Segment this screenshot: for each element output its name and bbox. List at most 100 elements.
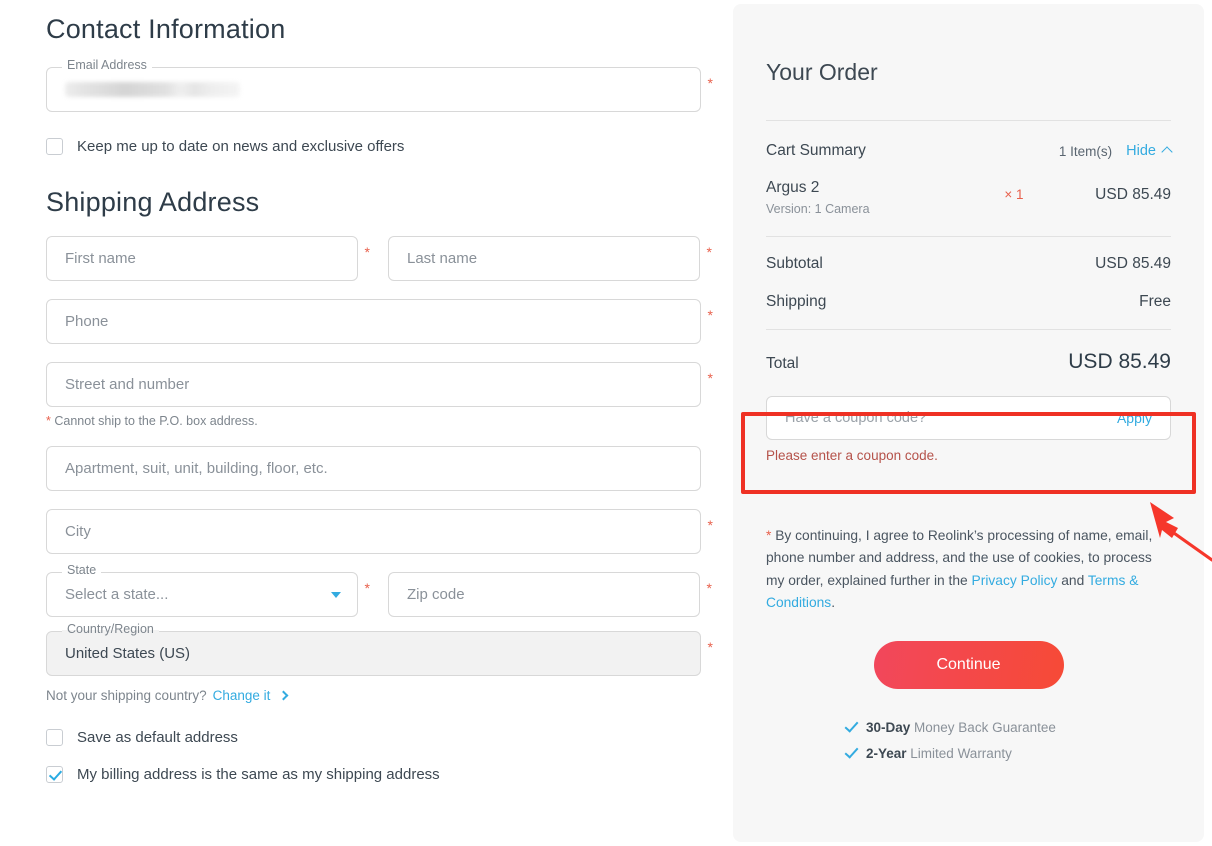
apartment-input[interactable]: Apartment, suit, unit, building, floor, … [46,446,701,491]
cart-line-item-price: USD 85.49 [1095,186,1171,203]
country-field-label: Country/Region [62,623,159,636]
email-field-wrapper: Email Address * [46,59,713,112]
contact-information-title: Contact Information [46,14,286,44]
country-input: United States (US) [46,631,701,676]
continue-button-wrapper: Continue [766,641,1171,690]
email-field[interactable] [46,67,701,112]
consent-text-part-2: and [1057,572,1088,588]
hide-cart-button[interactable]: Hide [1126,143,1173,159]
country-required-marker: * [707,639,713,655]
zip-input[interactable]: Zip code [388,572,700,617]
divider [766,329,1171,330]
city-input[interactable]: City [46,509,701,554]
cart-summary-controls: 1 Item(s) Hide [1058,143,1173,159]
state-field-label: State [62,564,102,577]
subtotal-label: Subtotal [766,255,823,272]
continue-button[interactable]: Continue [873,641,1064,690]
check-icon [844,744,859,760]
first-name-input[interactable]: First name [46,236,358,281]
cart-line-item-quantity: × 1 [1004,187,1024,202]
po-box-note-star: * [46,414,51,428]
save-default-address-checkbox[interactable] [46,729,63,746]
city-wrapper: City * [46,509,713,554]
trust-badge-text: 30-Day Money Back Guarantee [866,720,1056,735]
phone-input[interactable]: Phone [46,299,701,344]
first-name-required-marker: * [364,244,370,260]
coupon-input-row[interactable]: Have a coupon code? Apply [766,396,1171,440]
billing-same-as-shipping-label: My billing address is the same as my shi… [77,766,440,783]
billing-same-as-shipping-row[interactable]: My billing address is the same as my shi… [46,766,726,783]
divider [766,236,1171,237]
hide-cart-label: Hide [1126,143,1156,159]
change-country-link[interactable]: Change it [213,688,271,703]
change-country-text: Not your shipping country? [46,688,207,703]
cart-item-count: 1 Item(s) [1058,143,1113,159]
cart-line-item: Argus 2 Version: 1 Camera × 1 USD 85.49 [766,179,1171,216]
shipping-cost-value: Free [1139,293,1171,310]
street-input[interactable]: Street and number [46,362,701,407]
check-icon [844,718,859,734]
trust-badges: 30-Day Money Back Guarantee 2-Year Limit… [766,718,1171,761]
coupon-error-message: Please enter a coupon code. [766,448,938,463]
checkout-page: Contact Information Email Address * Keep… [0,0,1212,846]
shipping-cost-row: Shipping Free [766,293,1171,311]
chevron-down-icon[interactable] [331,591,341,598]
first-name-wrapper: First name * [46,236,370,281]
order-summary-panel: Your Order Cart Summary 1 Item(s) Hide A… [733,4,1204,842]
chevron-right-icon[interactable] [278,690,289,701]
last-name-input[interactable]: Last name [388,236,700,281]
email-required-marker: * [707,75,713,91]
state-required-marker: * [364,580,370,596]
trust-badge-rest: Limited Warranty [906,745,1012,761]
trust-badge-text: 2-Year Limited Warranty [866,746,1012,761]
subtotal-row: Subtotal USD 85.49 [766,255,1171,273]
state-wrapper: State Select a state... * [46,564,370,617]
shipping-cost-label: Shipping [766,293,827,310]
last-name-wrapper: Last name * [388,236,712,281]
newsletter-label: Keep me up to date on news and exclusive… [77,138,405,155]
order-total-row: Total USD 85.49 [766,350,1171,374]
save-default-address-label: Save as default address [77,729,238,746]
checkout-form-column: Contact Information Email Address * Keep… [46,0,726,783]
billing-same-as-shipping-checkbox[interactable] [46,766,63,783]
city-required-marker: * [707,517,713,533]
save-default-address-row[interactable]: Save as default address [46,729,726,746]
name-field-row: First name * Last name * [46,218,726,281]
phone-wrapper: Phone * [46,299,713,344]
cart-summary-label: Cart Summary [766,142,866,159]
po-box-note: * Cannot ship to the P.O. box address. [46,414,726,428]
change-country-row: Not your shipping country? Change it [46,688,726,703]
newsletter-checkbox[interactable] [46,138,63,155]
apartment-wrapper: Apartment, suit, unit, building, floor, … [46,446,701,491]
chevron-up-icon [1161,146,1173,158]
cart-line-item-name: Argus 2 [766,179,820,196]
coupon-block: Have a coupon code? Apply Please enter a… [766,396,1171,463]
order-total-value: USD 85.49 [1068,350,1171,373]
state-select[interactable]: Select a state... [46,572,358,617]
order-total-label: Total [766,355,799,372]
coupon-code-input[interactable]: Have a coupon code? [785,410,1117,426]
zip-wrapper: Zip code * [388,572,712,617]
order-panel-title: Your Order [766,59,878,85]
trust-badge-rest: Money Back Guarantee [910,719,1056,735]
last-name-required-marker: * [706,244,712,260]
zip-required-marker: * [706,580,712,596]
cart-line-item-variant: Version: 1 Camera [766,202,870,216]
street-wrapper: Street and number * [46,362,713,407]
newsletter-checkbox-row[interactable]: Keep me up to date on news and exclusive… [46,138,726,155]
country-wrapper: Country/Region United States (US) * [46,623,713,676]
divider [766,120,1171,121]
consent-text: * By continuing, I agree to Reolink’s pr… [766,525,1171,614]
apply-coupon-button[interactable]: Apply [1117,410,1152,426]
privacy-policy-link[interactable]: Privacy Policy [972,573,1058,588]
po-box-note-text: Cannot ship to the P.O. box address. [54,414,258,428]
state-zip-row: State Select a state... * Zip code * [46,554,726,617]
shipping-address-title: Shipping Address [46,187,260,217]
email-redacted-value [65,82,240,97]
email-field-label: Email Address [62,59,152,72]
subtotal-value: USD 85.49 [1095,255,1171,272]
trust-badge-strong: 30-Day [866,719,911,735]
trust-badge: 30-Day Money Back Guarantee [844,718,1171,735]
trust-badge: 2-Year Limited Warranty [844,744,1171,761]
cart-line-item-info: Argus 2 Version: 1 Camera [766,179,969,216]
